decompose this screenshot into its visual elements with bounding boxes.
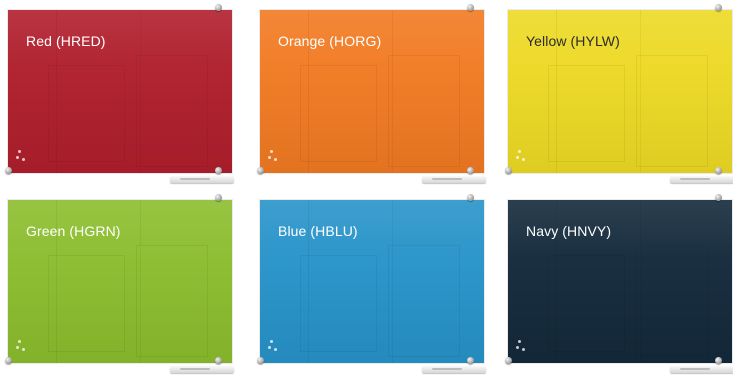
magnets-icon	[268, 340, 282, 354]
board-panel: Orange (HORG)	[260, 10, 484, 173]
marker-tray	[422, 176, 486, 183]
standoff-icon	[715, 167, 722, 174]
standoff-icon	[467, 194, 474, 201]
standoff-icon	[715, 4, 722, 11]
magnets-icon	[516, 340, 530, 354]
board-item-yellow: Yellow (HYLW)	[505, 4, 733, 189]
marker-tray	[670, 366, 733, 373]
marker-tray	[670, 176, 733, 183]
standoff-icon	[715, 357, 722, 364]
board-panel: Blue (HBLU)	[260, 200, 484, 363]
board-color-grid: Red (HRED) Orange (HORG) Yellow (HYLW) G…	[0, 0, 733, 380]
reflection-pane	[636, 245, 708, 357]
standoff-icon	[467, 4, 474, 11]
standoff-icon	[215, 4, 222, 11]
reflection-pane	[548, 65, 625, 162]
standoff-icon	[257, 167, 264, 174]
board-label: Yellow (HYLW)	[526, 33, 620, 49]
standoff-icon	[467, 357, 474, 364]
standoff-icon	[215, 167, 222, 174]
reflection-pane	[48, 65, 125, 162]
magnets-icon	[516, 150, 530, 164]
reflection-pane	[548, 255, 625, 352]
board-item-blue: Blue (HBLU)	[257, 194, 490, 379]
board-label: Orange (HORG)	[278, 33, 382, 49]
board-label: Blue (HBLU)	[278, 223, 358, 239]
board-label: Red (HRED)	[26, 33, 106, 49]
standoff-icon	[505, 357, 512, 364]
marker-tray	[422, 366, 486, 373]
reflection-pane	[300, 65, 377, 162]
standoff-icon	[5, 357, 12, 364]
magnets-icon	[268, 150, 282, 164]
board-item-navy: Navy (HNVY)	[505, 194, 733, 379]
board-item-red: Red (HRED)	[5, 4, 238, 189]
standoff-icon	[215, 357, 222, 364]
reflection-pane	[636, 55, 708, 167]
standoff-icon	[257, 357, 264, 364]
board-item-green: Green (HGRN)	[5, 194, 238, 379]
board-panel: Yellow (HYLW)	[508, 10, 732, 173]
standoff-icon	[715, 194, 722, 201]
board-label: Navy (HNVY)	[526, 223, 612, 239]
reflection-pane	[388, 245, 460, 357]
marker-tray	[170, 176, 234, 183]
board-label: Green (HGRN)	[26, 223, 121, 239]
reflection-pane	[136, 55, 208, 167]
reflection-pane	[136, 245, 208, 357]
board-panel: Navy (HNVY)	[508, 200, 732, 363]
standoff-icon	[467, 167, 474, 174]
standoff-icon	[5, 167, 12, 174]
board-panel: Red (HRED)	[8, 10, 232, 173]
reflection-pane	[48, 255, 125, 352]
reflection-pane	[388, 55, 460, 167]
board-panel: Green (HGRN)	[8, 200, 232, 363]
magnets-icon	[16, 340, 30, 354]
standoff-icon	[215, 194, 222, 201]
board-item-orange: Orange (HORG)	[257, 4, 490, 189]
standoff-icon	[505, 167, 512, 174]
marker-tray	[170, 366, 234, 373]
magnets-icon	[16, 150, 30, 164]
reflection-pane	[300, 255, 377, 352]
